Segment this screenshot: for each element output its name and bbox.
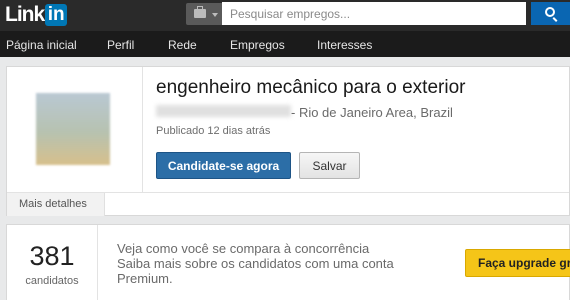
tab-label: Mais detalhes (19, 198, 87, 210)
linkedin-logo-text: Link (5, 3, 45, 26)
linkedin-logo[interactable]: Link in (5, 3, 68, 27)
divider (97, 225, 98, 300)
posted-date: Publicado 12 dias atrás (156, 125, 271, 137)
tab-more-details[interactable]: Mais detalhes (7, 193, 105, 216)
linkedin-in-icon: in (45, 4, 68, 26)
nav-item-home[interactable]: Página inicial (6, 38, 77, 52)
applicants-card: 381 candidatos Veja como você se compara… (6, 224, 570, 300)
company-logo[interactable] (36, 93, 110, 165)
nav-item-interests[interactable]: Interesses (317, 38, 372, 52)
premium-pitch: Veja como você se compara à concorrência… (117, 241, 417, 286)
nav-item-jobs[interactable]: Empregos (230, 38, 285, 52)
premium-pitch-line: Veja como você se compara à concorrência (117, 241, 370, 256)
premium-pitch-line: Saiba mais sobre os candidatos com uma c… (117, 256, 394, 271)
chevron-down-icon (212, 13, 218, 17)
nav-item-profile[interactable]: Perfil (107, 38, 134, 52)
premium-pitch-line: Premium. (117, 271, 173, 286)
search-button[interactable] (531, 2, 570, 25)
job-location: - Rio de Janeiro Area, Brazil (291, 105, 453, 120)
job-title: engenheiro mecânico para o exterior (156, 77, 466, 98)
search-icon (545, 7, 555, 17)
upgrade-button[interactable]: Faça upgrade gr (465, 249, 570, 277)
apply-button[interactable]: Candidate-se agora (156, 152, 291, 179)
main-nav: Página inicial Perfil Rede Empregos Inte… (0, 31, 570, 57)
save-button[interactable]: Salvar (299, 152, 360, 179)
job-card: engenheiro mecânico para o exterior - Ri… (6, 66, 570, 216)
company-name-redacted (156, 105, 291, 117)
search-input[interactable] (222, 2, 526, 25)
nav-item-network[interactable]: Rede (168, 38, 197, 52)
search-category-dropdown[interactable] (186, 3, 222, 25)
applicant-count: 381 (29, 241, 75, 271)
applicant-count-label: candidatos (25, 275, 79, 287)
briefcase-icon (194, 6, 206, 18)
top-bar: Link in (0, 0, 570, 31)
divider (142, 67, 143, 192)
